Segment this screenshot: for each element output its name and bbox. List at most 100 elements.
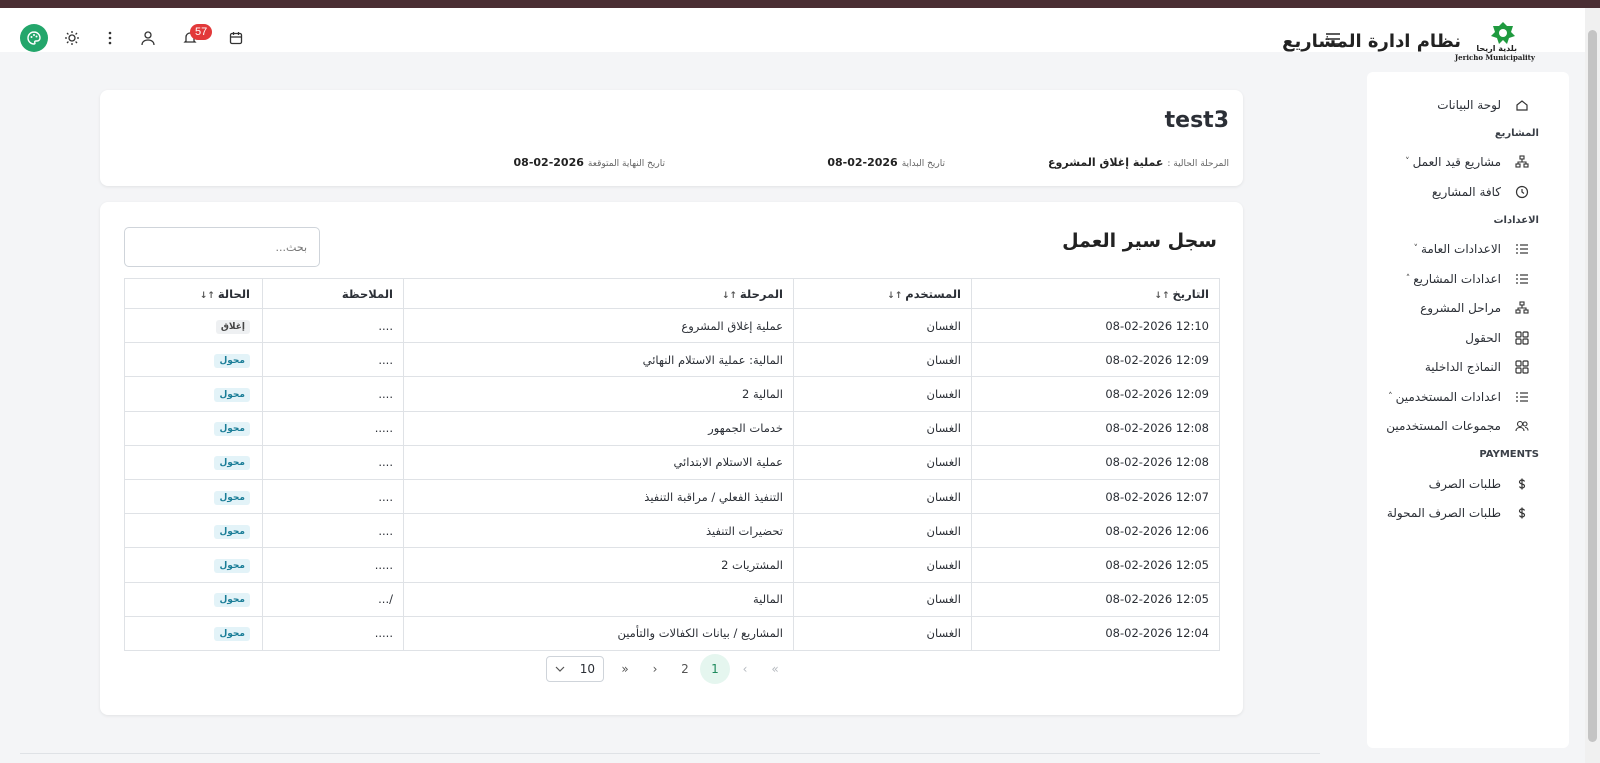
palette-button[interactable] [20,24,48,52]
table-row[interactable]: 08-02-2026 12:05 الغسان المالية/... محول [124,582,1220,617]
table-row[interactable]: 08-02-2026 12:10 الغسان عملية إغلاق المشرو… [124,308,1220,344]
cell-stage: التنفيذ الفعلي / مراقبة التنفيذ [403,479,794,515]
palette-icon [27,31,41,45]
table-row[interactable]: 08-02-2026 12:05 الغسان المشتريات 2..... مح… [124,547,1220,583]
column-header-user[interactable]: المستخدم↑↓ [793,278,972,309]
sidebar-item[interactable]: الحقول [1367,323,1569,353]
page-scrollbar[interactable] [1585,8,1600,763]
end-date-label: تاريخ النهاية المتوقعة [587,159,665,169]
list-icon [1516,274,1528,284]
next-page-button[interactable]: › [640,654,670,684]
users-icon [1515,421,1529,432]
sidebar-item[interactable]: مجموعات المستخدمين [1367,412,1569,442]
grid-icon [1515,331,1529,345]
top-navbar: 57 بلدية اريحا Jericho Municipality نظام… [0,8,1585,62]
sidebar-item-label: مجموعات المستخدمين [1386,419,1501,434]
cell-stage: تحضيرات التنفيذ [403,513,794,549]
cell-user: الغسان [793,342,972,378]
cell-stage: المالية [403,582,794,617]
theme-toggle-button[interactable] [60,26,84,50]
sidebar-item[interactable]: لوحة البيانات [1367,90,1569,120]
user-icon [141,31,155,46]
sidebar-item-label: مراحل المشروع [1420,301,1501,316]
cell-date: 08-02-2026 12:05 [971,547,1220,583]
cell-user: الغسان [793,445,972,480]
cell-note: .... [262,445,404,480]
current-stage-value: عملية إغلاق المشروع [1048,156,1164,169]
cell-note: ..... [262,411,404,446]
more-options-button[interactable] [98,26,122,50]
table-row[interactable]: 08-02-2026 12:08 الغسان عملية الاستلام الا… [124,445,1220,480]
calendar-button[interactable] [224,26,248,50]
cell-note: ..... [262,616,404,651]
cell-date: 08-02-2026 12:08 [971,445,1220,480]
page-2-button[interactable]: 2 [670,654,700,684]
grid-icon [1515,360,1529,374]
sidebar-item-label: الحقول [1465,330,1501,345]
worklog-table: التاريخ↑↓ المستخدم↑↓ المرحلة↑↓ الملاحظة … [124,278,1220,651]
hierarchy-icon [1515,301,1529,314]
status-badge: محول [214,387,250,402]
cell-date: 08-02-2026 12:10 [971,308,1220,344]
sidebar-item[interactable]: مراحل المشروع [1367,294,1569,324]
sidebar-item[interactable]: طلبات الصرف [1367,469,1569,499]
chevron-icon: ˅ [1405,157,1410,168]
sort-icon: ↑↓ [721,290,738,301]
notifications-button[interactable]: 57 [178,24,213,50]
sidebar-item[interactable]: اعدادات المستخدمين ˄ [1367,382,1569,412]
sidebar-item[interactable]: مشاريع قيد العمل ˅ [1367,148,1569,178]
pagination: 10 » › 2 1 ‹ « [546,654,790,684]
scrollbar-thumb[interactable] [1588,30,1597,742]
cell-status: محول [124,342,263,378]
list-icon [1516,244,1528,254]
user-profile-button[interactable] [136,26,160,50]
prev-page-button[interactable]: ‹ [730,654,760,684]
search-input[interactable] [124,227,320,267]
cell-user: الغسان [793,376,972,412]
cell-stage: عملية الاستلام الابتدائي [403,445,794,480]
sidebar-item-label: طلبات الصرف [1428,476,1501,491]
sidebar-item[interactable]: النماذج الداخلية [1367,353,1569,383]
start-date-label: تاريخ البداية [901,159,945,169]
table-row[interactable]: 08-02-2026 12:06 الغسان تحضيرات التنفيذ...… [124,513,1220,549]
sidebar-item[interactable]: اعدادات المشاريع ˄ [1367,264,1569,294]
cell-note: .... [262,479,404,515]
column-label: المستخدم [905,286,961,301]
table-header-row: التاريخ↑↓ المستخدم↑↓ المرحلة↑↓ الملاحظة … [124,278,1220,309]
sidebar-item-label: طلبات الصرف المحولة [1386,506,1501,521]
sidebar-item[interactable]: طلبات الصرف المحولة [1367,499,1569,529]
cell-status: محول [124,376,263,412]
cell-date: 08-02-2026 12:09 [971,376,1220,412]
sidebar-item-label: لوحة البيانات [1437,97,1501,112]
municipality-logo: بلدية اريحا Jericho Municipality [1455,18,1535,64]
page-size-select[interactable]: 10 [546,656,604,682]
column-header-stage[interactable]: المرحلة↑↓ [403,278,794,309]
end-date-value: 08-02-2026 [513,156,584,169]
sidebar-item[interactable]: كافة المشاريع [1367,177,1569,207]
column-header-date[interactable]: التاريخ↑↓ [971,278,1220,309]
table-row[interactable]: 08-02-2026 12:07 الغسان التنفيذ الفعلي / م… [124,479,1220,515]
column-label: التاريخ [1172,286,1210,301]
table-row[interactable]: 08-02-2026 12:08 الغسان خدمات الجمهور.....… [124,411,1220,446]
cell-status: محول [124,547,263,583]
cell-stage: المشتريات 2 [403,547,794,583]
page-1-button[interactable]: 1 [700,654,730,684]
cell-status: محول [124,479,263,515]
cell-stage: المالية: عملية الاستلام النهائي [403,342,794,378]
last-page-button[interactable]: » [610,654,640,684]
sidebar-item-label: النماذج الداخلية [1424,360,1501,375]
table-row[interactable]: 08-02-2026 12:09 الغسان المالية: عملية الا… [124,342,1220,378]
status-badge: محول [214,456,250,471]
logo-text-en: Jericho Municipality [1454,53,1535,62]
brand[interactable]: بلدية اريحا Jericho Municipality نظام اد… [1282,18,1535,64]
table-row[interactable]: 08-02-2026 12:09 الغسان المالية 2.... محول [124,376,1220,412]
cell-date: 08-02-2026 12:06 [971,513,1220,549]
first-page-button[interactable]: « [760,654,790,684]
column-label: الملاحظة [341,286,393,301]
column-header-status[interactable]: الحالة↑↓ [124,278,263,309]
sidebar-item[interactable]: الاعدادات العامة ˅ [1367,235,1569,265]
status-badge: محول [214,490,250,505]
table-row[interactable]: 08-02-2026 12:04 الغسان المشاريع / بيانات … [124,616,1220,651]
sidebar-item-label: الاعدادات العامة [1420,242,1501,257]
cell-user: الغسان [793,308,972,344]
